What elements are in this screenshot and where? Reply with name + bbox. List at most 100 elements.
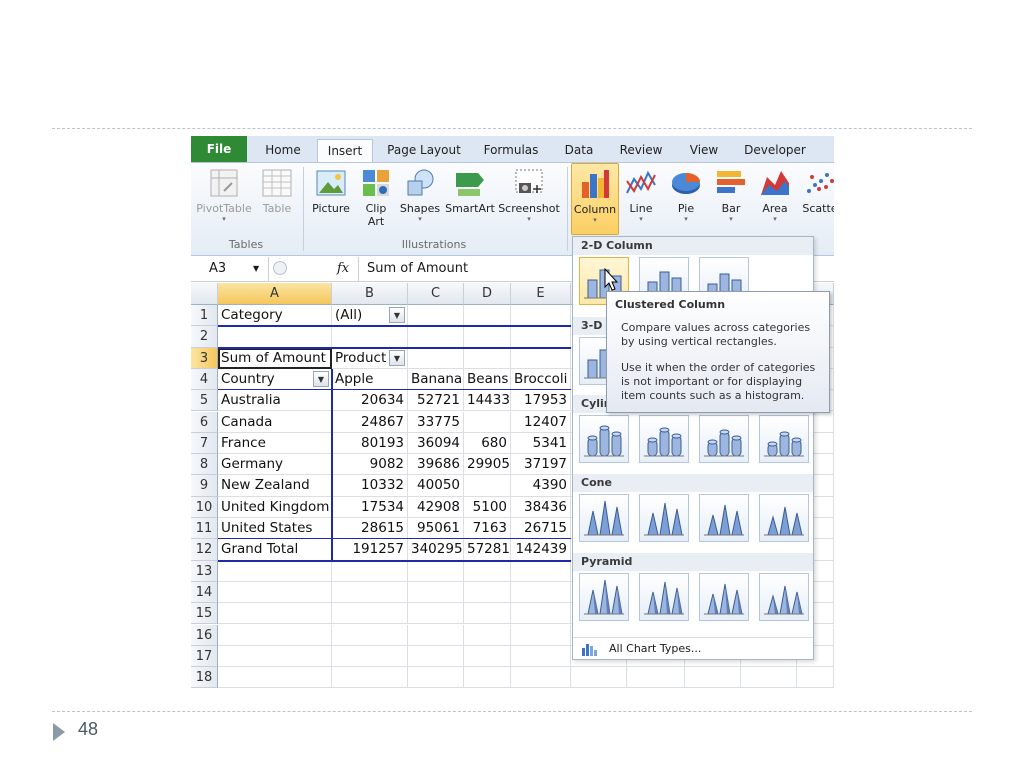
bar-chart-button[interactable]: Bar ▾ [711,163,751,224]
cell[interactable]: 10332 [332,475,408,497]
cell[interactable]: 36094 [408,432,464,455]
cell[interactable]: France [218,432,332,455]
smartart-button[interactable]: SmartArt [445,163,495,215]
cell[interactable] [218,667,332,689]
tab-data[interactable]: Data [557,139,601,162]
cell[interactable] [464,411,511,433]
cell[interactable] [571,667,627,689]
tab-page-layout[interactable]: Page Layout [381,139,467,162]
cell[interactable]: New Zealand [218,475,332,497]
row-header[interactable]: 17 [191,645,218,668]
cell[interactable] [218,326,332,348]
cell[interactable]: 52721 [408,390,464,412]
column-header-b[interactable]: B [332,283,408,305]
cell[interactable] [511,305,571,327]
pie-chart-button[interactable]: Pie ▾ [665,163,707,224]
row-header[interactable]: 10 [191,496,218,518]
line-chart-button[interactable]: Line ▾ [621,163,661,224]
cell[interactable] [218,560,332,582]
cell[interactable]: Beans [464,368,511,391]
cell[interactable] [408,624,464,646]
cell[interactable]: 28615 [332,518,408,540]
tab-home[interactable]: Home [251,139,315,162]
cell[interactable]: 12407 [511,411,571,433]
cell[interactable] [464,603,511,625]
cell[interactable] [464,475,511,497]
cell[interactable]: 24867 [332,411,408,433]
cell[interactable] [332,603,408,625]
cylinder-chart-option[interactable] [579,415,629,463]
cell[interactable]: Broccoli [511,368,571,391]
cell[interactable] [511,326,571,348]
column-header-a[interactable]: A [218,283,332,305]
cell[interactable] [464,581,511,604]
row-header[interactable]: 3 [191,347,218,369]
cell[interactable] [218,581,332,604]
cell[interactable]: 5341 [511,432,571,455]
cell[interactable] [408,560,464,582]
cell[interactable]: Canada [218,411,332,433]
cell[interactable]: 37197 [511,454,571,476]
cell[interactable] [408,347,464,369]
cell[interactable] [332,667,408,689]
cell[interactable] [332,624,408,646]
cell[interactable]: United Kingdom [218,496,332,518]
select-all-corner[interactable] [191,283,218,305]
row-header[interactable]: 6 [191,411,218,433]
cell[interactable]: 142439 [511,539,571,561]
cylinder-chart-option[interactable] [639,415,689,463]
all-chart-types-link[interactable]: All Chart Types... [573,637,813,659]
screenshot-button[interactable]: Screenshot ▾ [497,163,561,224]
cell[interactable]: Grand Total [218,539,332,561]
row-header[interactable]: 16 [191,624,218,646]
cell[interactable] [464,305,511,327]
cell[interactable] [408,305,464,327]
cell[interactable]: Australia [218,390,332,412]
pyramid-chart-option[interactable] [759,573,809,621]
cell[interactable] [685,667,741,689]
cell[interactable]: 38436 [511,496,571,518]
cell[interactable] [464,326,511,348]
cell[interactable]: 26715 [511,518,571,540]
column-header-d[interactable]: D [464,283,511,305]
row-header[interactable]: 2 [191,326,218,348]
cell[interactable] [408,667,464,689]
area-chart-button[interactable]: Area ▾ [753,163,797,224]
row-header[interactable]: 4 [191,368,218,391]
cone-chart-option[interactable] [579,494,629,542]
row-header[interactable]: 14 [191,581,218,604]
cell[interactable] [511,624,571,646]
row-header[interactable]: 15 [191,603,218,625]
cell[interactable]: 39686 [408,454,464,476]
chevron-down-icon[interactable]: ▼ [253,257,259,281]
active-cell[interactable]: Sum of Amount [218,347,332,369]
cell[interactable]: Germany [218,454,332,476]
row-header[interactable]: 1 [191,305,218,327]
cell[interactable]: 57281 [464,539,511,561]
cone-chart-option[interactable] [639,494,689,542]
tab-formulas[interactable]: Formulas [475,139,547,162]
cell[interactable] [218,645,332,668]
cone-chart-option[interactable] [759,494,809,542]
cell[interactable] [511,560,571,582]
cell[interactable] [464,560,511,582]
cell[interactable] [511,603,571,625]
cell[interactable] [218,624,332,646]
cell[interactable] [797,667,834,689]
filter-dropdown-button[interactable]: ▼ [313,370,329,387]
tab-file[interactable]: File [191,136,247,162]
cell[interactable] [627,667,685,689]
column-chart-button[interactable]: Column ▾ [571,163,619,235]
cell[interactable] [408,326,464,348]
cell[interactable]: Category [218,305,332,327]
tab-developer[interactable]: Developer [739,139,811,162]
cell[interactable] [218,603,332,625]
pivottable-button[interactable]: PivotTable ▾ [193,163,255,224]
cell[interactable]: 4390 [511,475,571,497]
row-header[interactable]: 12 [191,539,218,561]
filter-dropdown-button[interactable]: ▼ [389,349,405,366]
cell[interactable]: 191257 [332,539,408,561]
row-header[interactable]: 8 [191,454,218,476]
cell[interactable]: 29905 [464,454,511,476]
tab-review[interactable]: Review [611,139,671,162]
